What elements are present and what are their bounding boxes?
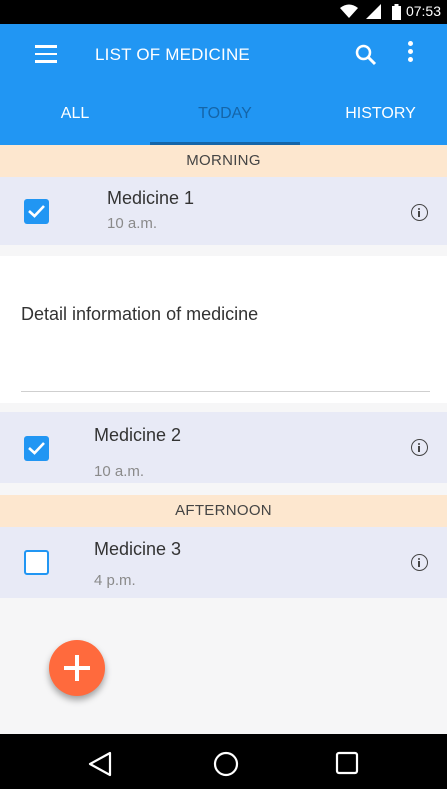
home-icon[interactable] (213, 751, 239, 777)
battery-icon (392, 4, 401, 20)
info-icon[interactable] (411, 204, 428, 221)
medicine-1-name: Medicine 1 (107, 188, 195, 208)
detail-divider (21, 391, 430, 392)
search-icon[interactable] (354, 43, 378, 67)
medicine-row-3[interactable]: Medicine 3 4 p.m. (0, 527, 447, 598)
medicine-row-2[interactable]: Medicine 2 10 a.m. (0, 412, 447, 483)
status-time: 07:53 (405, 3, 441, 19)
medicine-1-checkbox[interactable] (24, 199, 49, 224)
tab-today[interactable]: TODAY (150, 85, 300, 145)
check-icon (28, 442, 45, 455)
medicine-3-checkbox[interactable] (24, 550, 49, 575)
medicine-3-time: 4 p.m. (94, 572, 136, 589)
medicine-3-name: Medicine 3 (94, 539, 182, 559)
tab-all[interactable]: ALL (0, 85, 150, 145)
info-icon[interactable] (411, 439, 428, 456)
medicine-row-1[interactable]: Medicine 1 10 a.m. (0, 177, 447, 245)
medicine-2-name: Medicine 2 (94, 425, 182, 445)
tab-history[interactable]: HISTORY (300, 85, 447, 145)
medicine-detail-panel: Detail information of medicine (0, 256, 447, 403)
app-bar: LIST OF MEDICINE (0, 24, 447, 85)
check-icon (28, 205, 45, 218)
medicine-detail-text: Detail information of medicine (21, 304, 259, 324)
menu-icon[interactable] (35, 45, 59, 65)
signal-icon (366, 4, 381, 19)
back-icon[interactable] (87, 751, 113, 777)
more-vert-icon[interactable] (404, 41, 416, 65)
page-title: LIST OF MEDICINE (95, 45, 250, 64)
wifi-icon (340, 4, 358, 18)
section-header-afternoon: AFTERNOON (0, 495, 447, 527)
medicine-1-time: 10 a.m. (107, 215, 158, 232)
recents-icon[interactable] (335, 751, 359, 775)
section-header-morning: MORNING (0, 145, 447, 177)
medicine-2-checkbox[interactable] (24, 436, 49, 461)
status-bar: 07:53 (0, 0, 447, 24)
tab-bar: ALL TODAY HISTORY (0, 85, 447, 145)
navigation-bar (0, 734, 447, 789)
add-medicine-button[interactable] (49, 640, 105, 696)
medicine-2-time: 10 a.m. (94, 463, 145, 480)
info-icon[interactable] (411, 554, 428, 571)
